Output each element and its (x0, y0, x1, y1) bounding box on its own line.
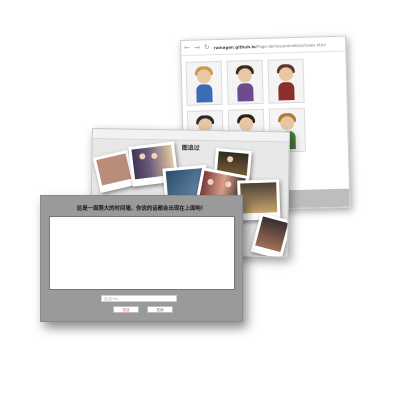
photo-image (96, 153, 132, 186)
avatar-card[interactable] (267, 58, 305, 104)
avatar-body (196, 84, 213, 103)
avatar-face (237, 68, 253, 83)
avatar-card[interactable] (226, 59, 264, 105)
address-bar[interactable] (92, 129, 289, 143)
avatar-body (278, 82, 295, 101)
message-input[interactable]: 说点什么... (101, 295, 177, 302)
message-wall-dialog: 这是一面照大的时间墙，你说的话都会出现在上面哟！ 说点什么... 发送 关闭 (40, 195, 243, 322)
send-button[interactable]: 发送 (113, 306, 139, 313)
url-text[interactable]: rainagen.github.io/Page-demos/animation/… (214, 42, 326, 50)
forward-icon[interactable]: → (194, 43, 200, 51)
close-button[interactable]: 关闭 (147, 306, 173, 313)
avatar-face (278, 67, 294, 82)
dialog-title: 这是一面照大的时间墙，你说的话都会出现在上面哟！ (76, 206, 207, 212)
photo-image (255, 216, 289, 253)
photo-image (240, 182, 278, 214)
photo-card[interactable] (237, 179, 281, 221)
avatar-face (239, 117, 254, 132)
message-canvas[interactable] (49, 216, 235, 290)
back-icon[interactable]: ← (184, 43, 190, 51)
avatar-body (237, 83, 254, 102)
avatar-card[interactable] (185, 60, 223, 106)
avatar-face (196, 69, 212, 84)
avatar-face (280, 116, 295, 131)
reload-icon[interactable]: ↻ (204, 43, 210, 51)
